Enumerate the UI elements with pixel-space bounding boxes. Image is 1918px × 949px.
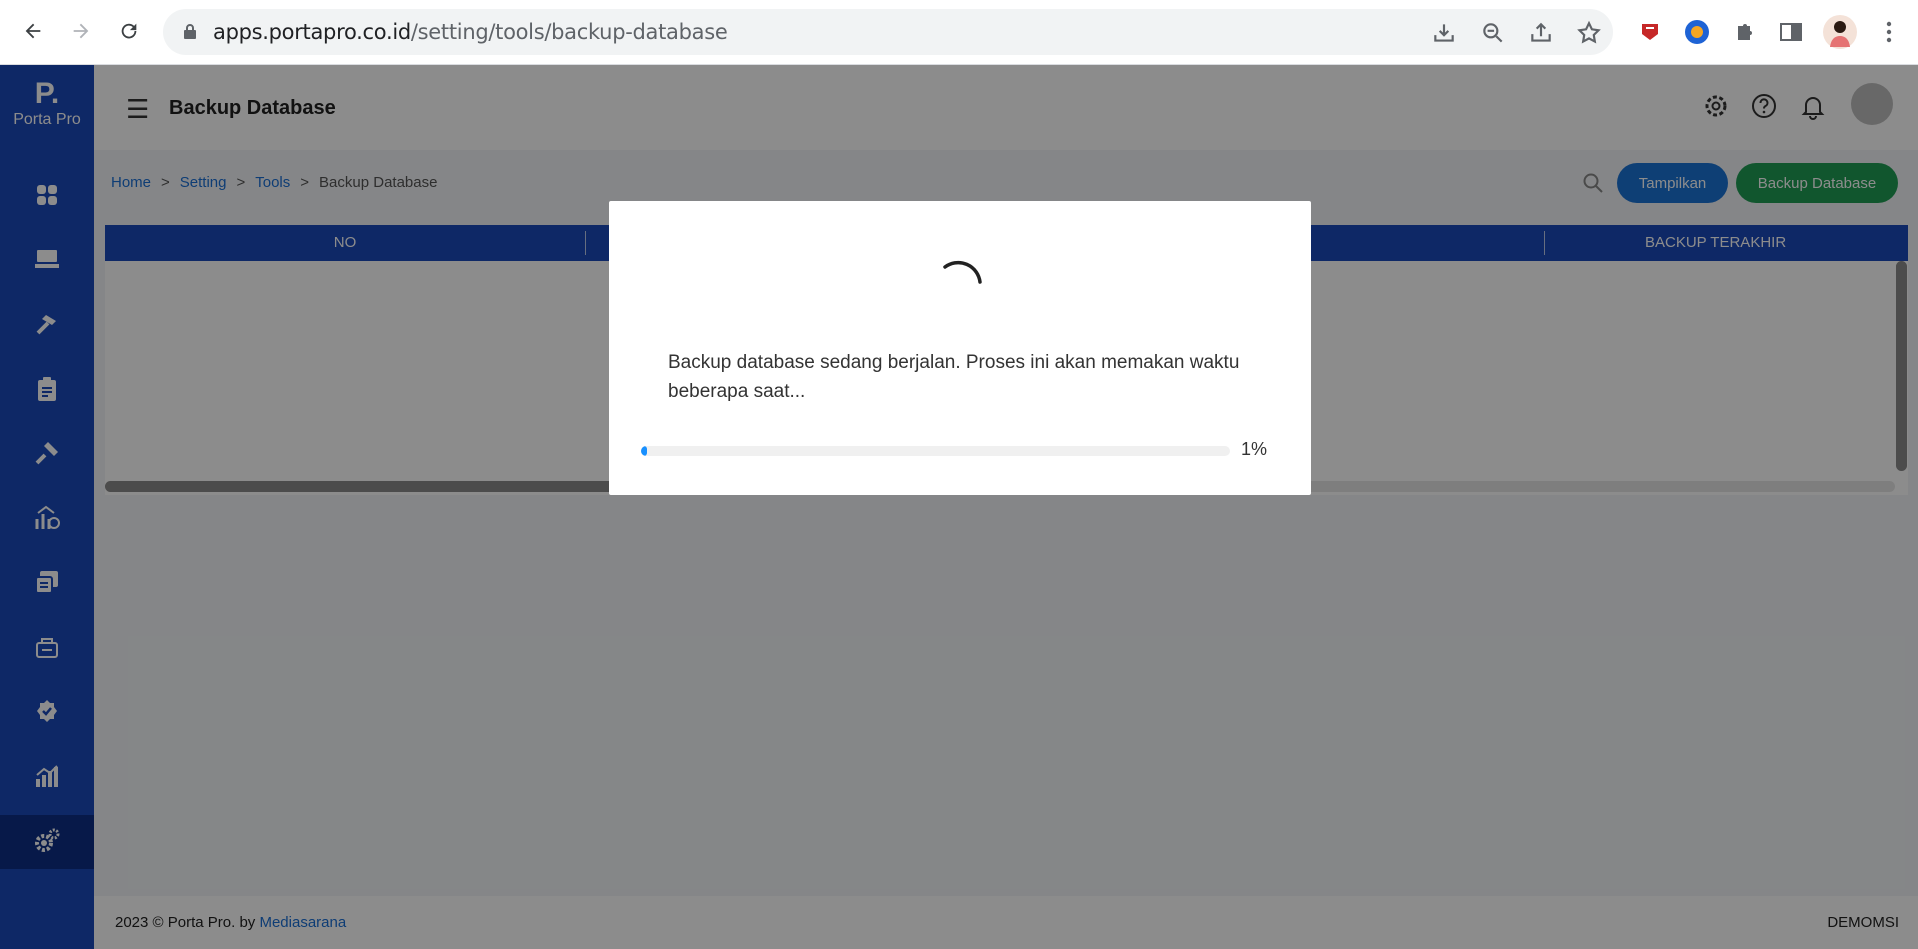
backup-status-message: Backup database sedang berjalan. Proses … xyxy=(668,352,1240,402)
backup-progress-bar xyxy=(641,446,1230,456)
back-icon[interactable] xyxy=(18,16,48,46)
address-bar[interactable]: apps.portapro.co.id/setting/tools/backup… xyxy=(163,9,1613,55)
mcafee-extension-icon[interactable] xyxy=(1636,18,1664,46)
progress-percent: 1% xyxy=(1241,439,1268,459)
extensions-puzzle-icon[interactable] xyxy=(1730,18,1758,46)
progress-fill xyxy=(641,446,647,456)
side-panel-icon[interactable] xyxy=(1777,18,1805,46)
browser-toolbar: apps.portapro.co.id/setting/tools/backup… xyxy=(0,0,1918,65)
backup-progress-modal: Backup database sedang berjalan. Proses … xyxy=(609,201,1311,495)
reload-icon[interactable] xyxy=(114,16,144,46)
browser-menu-icon[interactable] xyxy=(1875,18,1903,46)
share-icon[interactable] xyxy=(1528,20,1554,46)
profile-avatar[interactable] xyxy=(1823,15,1857,49)
vpn-extension-icon[interactable] xyxy=(1683,18,1711,46)
loading-spinner-icon xyxy=(943,260,982,284)
install-icon[interactable] xyxy=(1431,20,1457,46)
bookmark-star-icon[interactable] xyxy=(1576,20,1602,46)
url-text: apps.portapro.co.id/setting/tools/backup… xyxy=(213,20,728,44)
forward-icon[interactable] xyxy=(66,16,96,46)
modal-backdrop xyxy=(0,65,1918,949)
lock-icon xyxy=(184,24,196,39)
zoom-out-icon[interactable] xyxy=(1480,20,1506,46)
